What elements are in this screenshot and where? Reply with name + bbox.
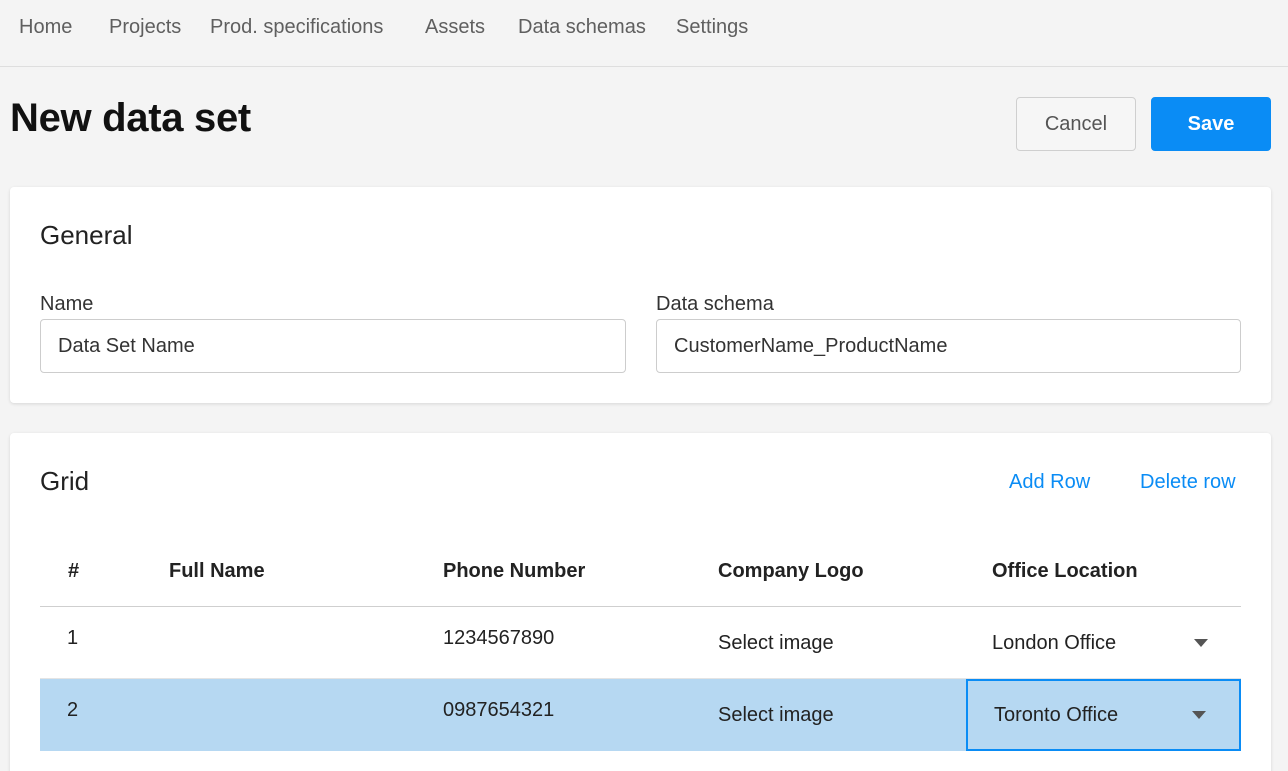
phone-number-cell[interactable]: 1234567890: [443, 627, 554, 650]
nav-item-data-schemas[interactable]: Data schemas: [518, 16, 646, 39]
office-location-select[interactable]: Toronto Office: [966, 679, 1241, 751]
nav-item-projects[interactable]: Projects: [109, 16, 181, 39]
table-row[interactable]: 2 0987654321 Select image Toronto Office: [40, 679, 1241, 751]
name-input[interactable]: [40, 319, 626, 373]
nav-item-prod-specifications[interactable]: Prod. specifications: [210, 16, 383, 39]
column-header-full-name[interactable]: Full Name: [169, 560, 265, 583]
cancel-button[interactable]: Cancel: [1016, 97, 1136, 151]
select-image-cell[interactable]: Select image: [718, 704, 834, 727]
general-card: General Name Data schema: [10, 187, 1271, 403]
nav-item-home[interactable]: Home: [19, 16, 72, 39]
office-location-value: Toronto Office: [994, 704, 1119, 726]
office-location-select[interactable]: London Office: [966, 607, 1241, 679]
column-header-number: #: [68, 560, 80, 582]
row-number-cell: 2: [67, 699, 79, 721]
top-nav: Home Projects Prod. specifications Asset…: [0, 0, 1288, 67]
general-section-title: General: [40, 220, 133, 250]
column-header-company-logo[interactable]: Company Logo: [718, 560, 864, 583]
nav-item-settings[interactable]: Settings: [676, 16, 748, 39]
grid-card: Grid Add Row Delete row # Full Name Phon…: [10, 433, 1271, 771]
select-image-cell[interactable]: Select image: [718, 632, 834, 655]
nav-item-assets[interactable]: Assets: [425, 16, 485, 39]
add-row-button[interactable]: Add Row: [1009, 471, 1090, 494]
office-location-value: London Office: [992, 632, 1117, 654]
column-header-office-location[interactable]: Office Location: [992, 560, 1138, 583]
column-header-phone-number[interactable]: Phone Number: [443, 560, 585, 583]
page-title: New data set: [10, 96, 251, 140]
data-schema-label: Data schema: [656, 293, 774, 315]
phone-number-cell[interactable]: 0987654321: [443, 699, 554, 722]
delete-row-button[interactable]: Delete row: [1140, 471, 1236, 494]
save-button[interactable]: Save: [1151, 97, 1271, 151]
grid-section-title: Grid: [40, 466, 90, 496]
name-label: Name: [40, 293, 94, 315]
chevron-down-icon[interactable]: [1192, 711, 1206, 719]
data-schema-input[interactable]: [656, 319, 1241, 373]
chevron-down-icon[interactable]: [1194, 639, 1208, 647]
table-row[interactable]: 1 1234567890 Select image London Office: [40, 607, 1241, 679]
row-number-cell: 1: [67, 627, 79, 649]
